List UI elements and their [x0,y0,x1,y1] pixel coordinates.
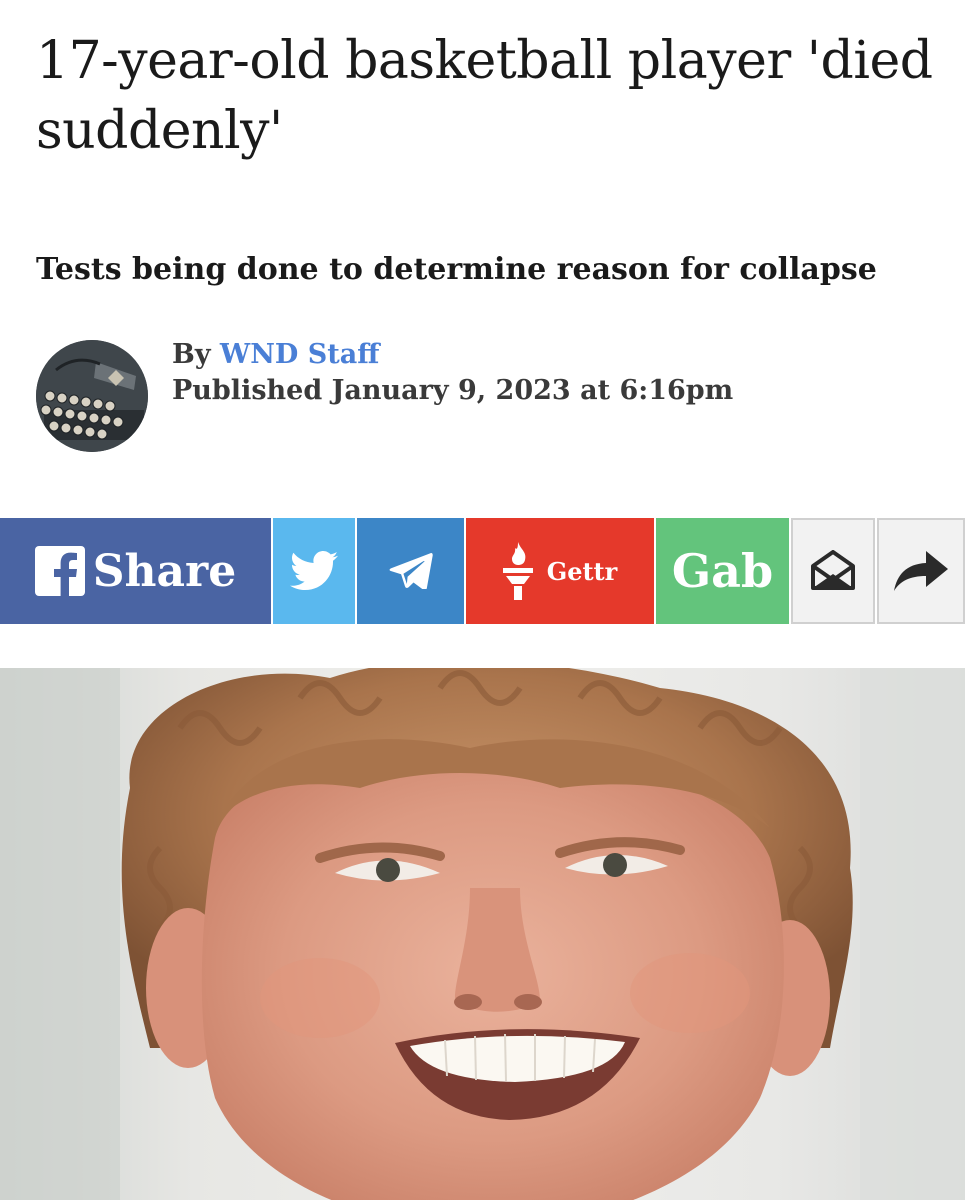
telegram-share-button[interactable] [357,518,464,624]
email-share-button[interactable] [791,518,875,624]
share-arrow-icon [894,551,948,591]
gettr-torch-icon [502,542,533,600]
facebook-icon [34,546,85,596]
facebook-share-label: Share [92,545,237,597]
twitter-share-button[interactable] [273,518,355,624]
gab-share-button[interactable]: Gab [656,518,789,624]
telegram-plane-icon [389,553,433,589]
article-photo [0,668,965,1200]
typewriter-image [36,340,148,452]
gettr-share-label: Gettr [546,556,618,586]
byline-prefix: By [172,339,211,370]
published-date: Published January 9, 2023 at 6:16pm [172,375,734,406]
gettr-share-button[interactable]: Gettr [466,518,654,624]
facebook-share-button[interactable]: Share [0,518,271,624]
article-subheadline: Tests being done to determine reason for… [36,252,877,287]
forward-share-button[interactable] [877,518,965,624]
byline: By WND Staff [172,336,379,374]
article-headline: 17-year-old basketball player 'died sudd… [36,31,933,161]
envelope-icon [809,550,857,592]
photo-content [0,668,965,1200]
author-link[interactable]: WND Staff [220,339,379,370]
gab-share-label: Gab [671,544,774,598]
share-bar: Share Gettr Gab [0,518,965,624]
author-avatar [36,340,148,452]
twitter-bird-icon [290,551,338,591]
